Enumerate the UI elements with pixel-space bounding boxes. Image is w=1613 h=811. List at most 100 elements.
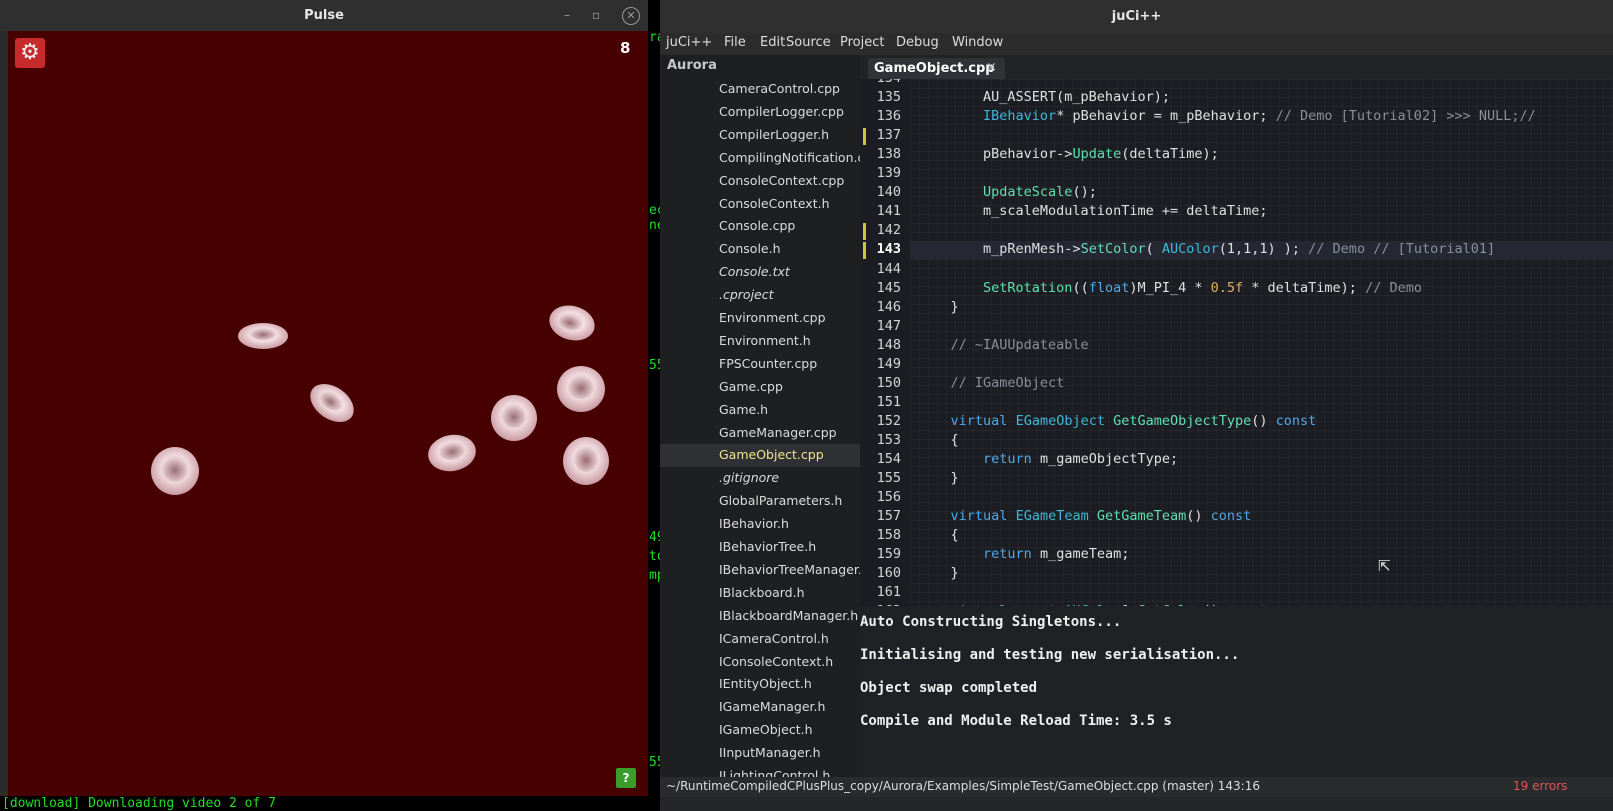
file-tree-item[interactable]: .cproject: [660, 284, 860, 307]
menu-debug[interactable]: Debug: [896, 35, 939, 50]
restore-icon[interactable]: ▫: [592, 8, 600, 22]
code-line[interactable]: // ~IAUUpdateable: [918, 337, 1089, 356]
file-tree-item[interactable]: Environment.h: [660, 330, 860, 353]
file-tree-item[interactable]: IInputManager.h: [660, 742, 860, 765]
file-name: Game.h: [719, 401, 769, 417]
code-token: virtual: [950, 508, 1008, 525]
file-tree-item[interactable]: IBehavior.h: [660, 513, 860, 536]
line-number: 142: [876, 222, 901, 239]
file-tree-item[interactable]: CompilerLogger.cpp: [660, 101, 860, 124]
file-tree-item[interactable]: Environment.cpp: [660, 307, 860, 330]
close-icon[interactable]: ×: [986, 60, 997, 75]
code-line[interactable]: UpdateScale();: [918, 184, 1097, 203]
file-tree-item[interactable]: CameraControl.cpp: [660, 79, 860, 101]
file-tree-item[interactable]: IBlackboard.h: [660, 582, 860, 605]
code-line[interactable]: {: [918, 527, 959, 546]
file-tree-item[interactable]: CompilingNotification.cpp: [660, 147, 860, 170]
mouse-pointer-icon: ⇱: [1378, 557, 1391, 575]
code-line[interactable]: m_scaleModulationTime += deltaTime;: [918, 203, 1267, 222]
output-line: Initialising and testing new serialisati…: [860, 647, 1240, 663]
file-tree-item[interactable]: GlobalParameters.h: [660, 490, 860, 513]
game-viewport[interactable]: ⚙ 8 ?: [8, 31, 648, 796]
file-tree-item[interactable]: FPSCounter.cpp: [660, 353, 860, 376]
line-number: 157: [876, 508, 901, 525]
code-line[interactable]: AU_ASSERT(m_pBehavior);: [918, 89, 1170, 108]
file-tree-item[interactable]: .gitignore: [660, 467, 860, 490]
file-tree-item[interactable]: Console.h: [660, 238, 860, 261]
file-tree: CameraControl.cpp CompilerLogger.cpp Compi…: [660, 79, 860, 777]
code-line[interactable]: pBehavior->Update(deltaTime);: [918, 146, 1219, 165]
tab-gameobject-cpp[interactable]: GameObject.cpp ×: [868, 58, 1005, 81]
code-line[interactable]: }: [918, 299, 959, 318]
juci-titlebar[interactable]: juCi++: [660, 0, 1613, 33]
code-line[interactable]: SetRotation((float)M_PI_4 * 0.5f * delta…: [918, 280, 1422, 299]
menu-file[interactable]: File: [724, 35, 746, 50]
file-tree-item[interactable]: GameManager.cpp: [660, 422, 860, 445]
minimize-icon[interactable]: –: [564, 8, 570, 22]
code-token: }: [918, 298, 959, 315]
file-tree-item[interactable]: CompilerLogger.h: [660, 124, 860, 147]
file-tree-item[interactable]: Game.cpp: [660, 376, 860, 399]
error-count[interactable]: 19 errors: [1513, 779, 1567, 793]
file-tree-item[interactable]: IGameManager.h: [660, 696, 860, 719]
pulse-window-title: Pulse: [304, 8, 344, 23]
file-tree-item[interactable]: Console.txt: [660, 261, 860, 284]
menu-bar: juCi++ File Edit Source Project Debug Wi…: [660, 33, 1613, 55]
code-token: float: [1088, 279, 1130, 296]
help-button[interactable]: ?: [616, 768, 636, 788]
menu-source[interactable]: Source: [786, 35, 831, 50]
blood-cell: [557, 366, 605, 412]
code-line[interactable]: IBehavior* pBehavior = m_pBehavior; // D…: [918, 108, 1536, 127]
line-number: 151: [876, 393, 901, 410]
file-name: ICameraControl.h: [719, 630, 829, 646]
code-token: (: [1145, 241, 1162, 258]
juci-window: juCi++ juCi++ File Edit Source Project D…: [660, 0, 1613, 811]
file-name: Environment.cpp: [719, 310, 826, 325]
file-name: .gitignore: [719, 470, 780, 486]
file-tree-item[interactable]: ILightingControl.h: [660, 765, 860, 777]
file-name: Console.txt: [719, 264, 790, 280]
menu-project[interactable]: Project: [840, 35, 884, 50]
file-tree-item[interactable]: ICameraControl.h: [660, 628, 860, 651]
line-number: 135: [876, 89, 901, 106]
file-name: .cproject: [719, 287, 774, 303]
file-tree-item[interactable]: ConsoleContext.cpp: [660, 170, 860, 193]
file-tree-item[interactable]: IBehaviorTree.h: [660, 536, 860, 559]
file-name: ILightingControl.h: [719, 768, 831, 777]
pulse-titlebar[interactable]: Pulse – ▫ ✕: [0, 0, 648, 31]
code-editor[interactable]: 134135 136 137 138 139 140 141 142 143 144 145 146 1…: [860, 79, 1613, 606]
file-tree-item[interactable]: Console.cpp: [660, 215, 860, 238]
line-number: 160: [876, 565, 901, 582]
code-line[interactable]: virtual EGameObject GetGameObjectType() …: [918, 413, 1317, 432]
code-line[interactable]: return m_gameObjectType;: [918, 451, 1178, 470]
menu-window[interactable]: Window: [952, 35, 1003, 50]
code-line[interactable]: {: [918, 432, 959, 451]
file-tree-item[interactable]: ConsoleContext.h: [660, 193, 860, 216]
menu-edit[interactable]: Edit: [760, 35, 785, 50]
code-line[interactable]: return m_gameTeam;: [918, 546, 1129, 565]
output-panel: Auto Constructing Singletons... Initiali…: [860, 606, 1613, 777]
file-tree-item[interactable]: IBlackboardManager.h: [660, 605, 860, 628]
file-tree-item[interactable]: IEntityObject.h: [660, 673, 860, 696]
project-sidebar: Aurora CameraControl.cpp CompilerLogger.c…: [660, 55, 860, 777]
code-line[interactable]: }: [918, 470, 959, 489]
file-tree-item[interactable]: GameObject.cpp: [660, 444, 860, 468]
file-tree-item[interactable]: Game.h: [660, 399, 860, 422]
code-token: 0.5f: [1210, 279, 1244, 296]
file-tree-item[interactable]: IGameObject.h: [660, 719, 860, 742]
code-line[interactable]: }: [918, 565, 959, 584]
line-number: 138: [876, 146, 901, 163]
code-line[interactable]: // IGameObject: [918, 374, 1065, 394]
code-token: // IGameObject: [950, 374, 1065, 391]
code-line[interactable]: m_pRenMesh->SetColor( AUColor(1,1,1) ); …: [918, 241, 1495, 260]
code-line[interactable]: virtual EGameTeam GetGameTeam() const: [918, 508, 1252, 527]
output-line: Auto Constructing Singletons...: [860, 614, 1122, 630]
file-tree-item[interactable]: IBehaviorTreeManager.h: [660, 559, 860, 582]
git-change-marker: [863, 223, 866, 241]
menu-juci[interactable]: juCi++: [666, 35, 712, 50]
close-icon[interactable]: ✕: [622, 7, 640, 25]
juci-window-title: juCi++: [1111, 9, 1162, 24]
file-tree-item[interactable]: IConsoleContext.h: [660, 651, 860, 674]
tab-label: GameObject.cpp: [874, 61, 995, 76]
line-number: 140: [876, 184, 901, 201]
